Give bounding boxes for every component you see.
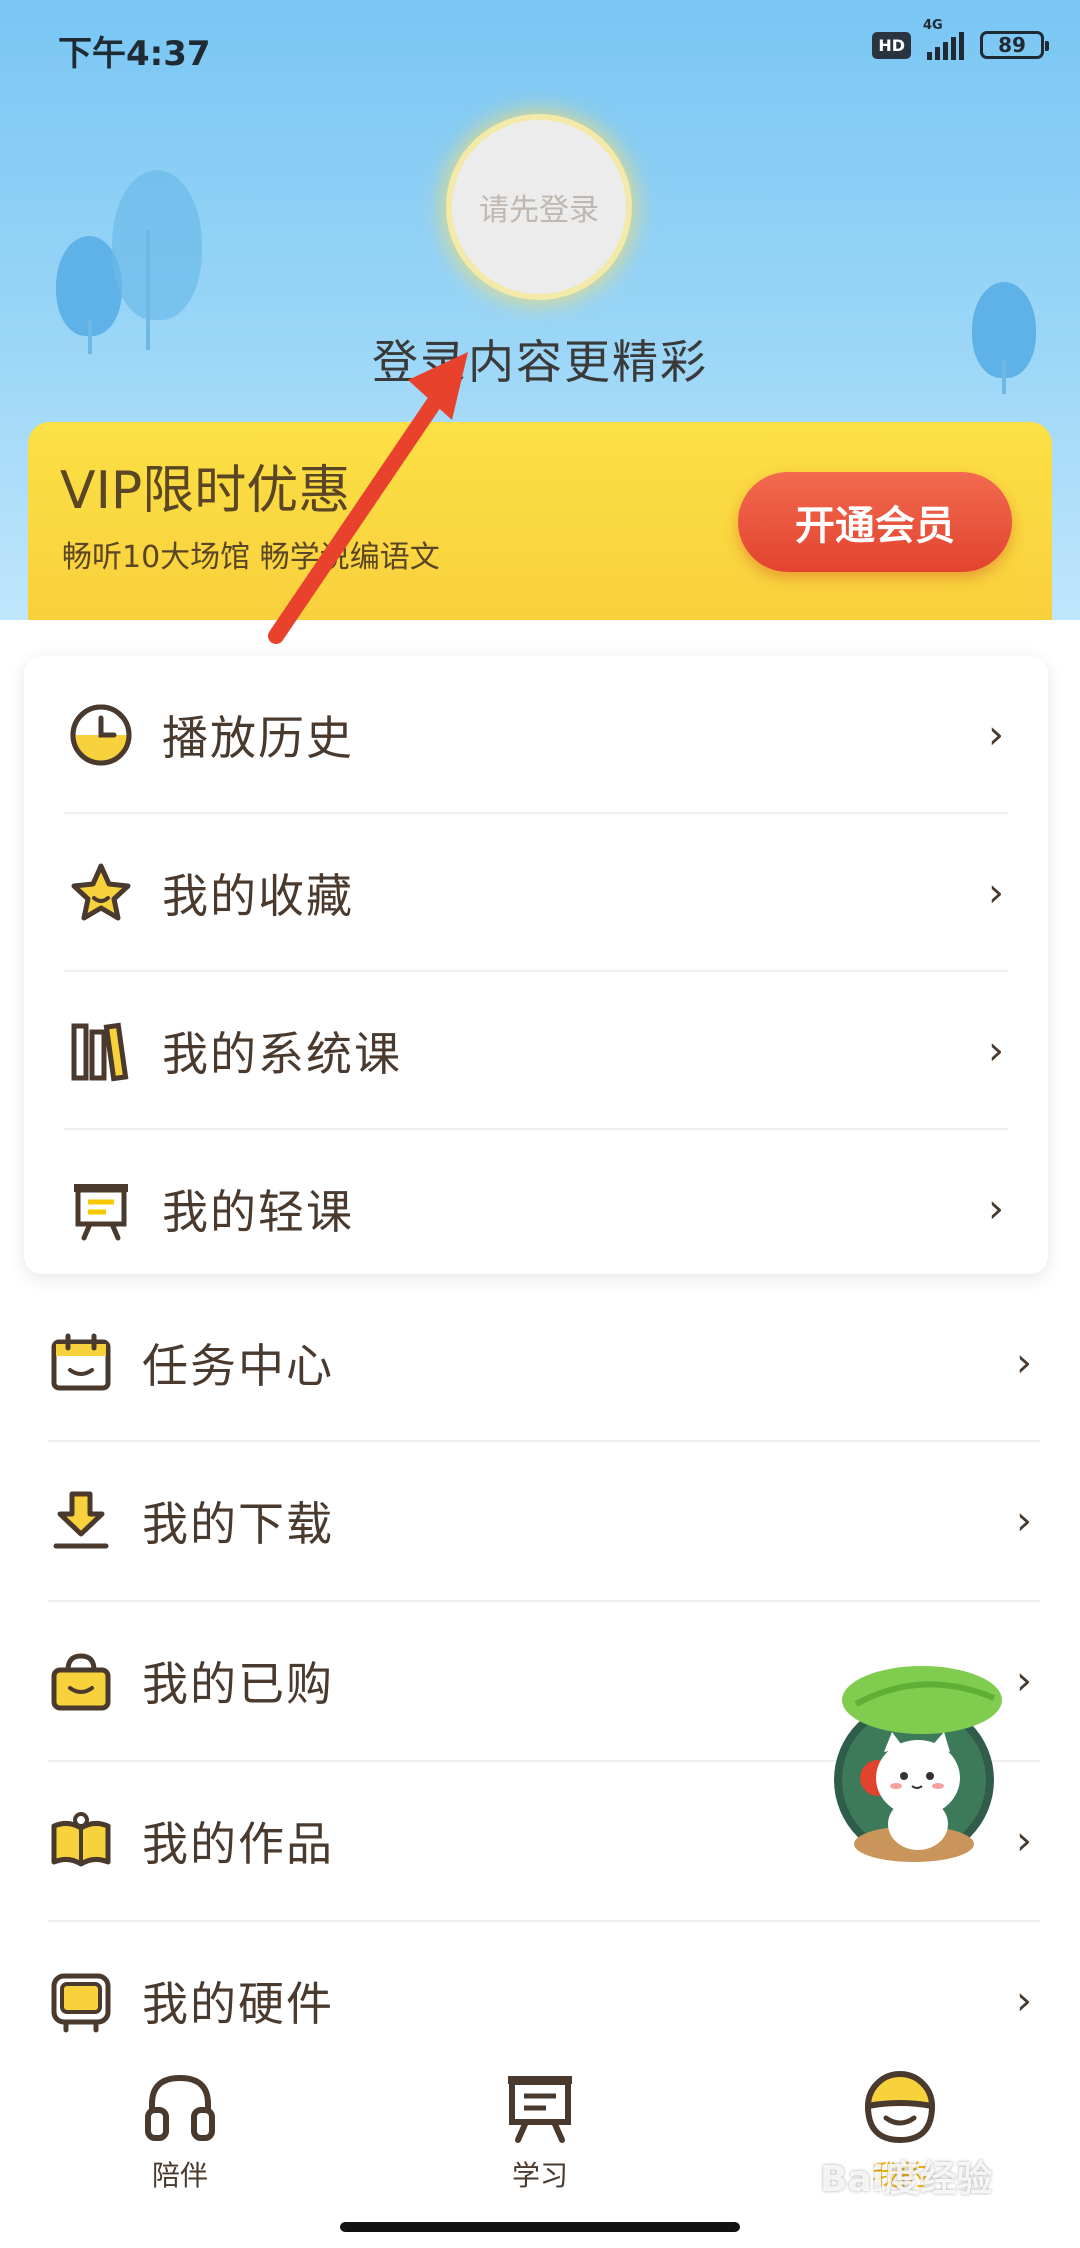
star-icon: [68, 860, 134, 926]
menu-item-label: 任务中心: [142, 1339, 334, 1393]
tab-companion[interactable]: 陪伴: [80, 2066, 280, 2194]
menu-item-label: 我的系统课: [162, 1027, 402, 1081]
open-book-icon: [48, 1808, 114, 1874]
menu-card: 播放历史 › 我的收藏 › 我的系统课 › 我的轻课 ›: [24, 656, 1048, 1274]
menu-item-label: 我的作品: [142, 1817, 334, 1871]
vip-title: VIP限时优惠: [60, 461, 351, 521]
vip-banner[interactable]: VIP限时优惠 畅听10大场馆 畅学说编语文 开通会员: [28, 422, 1052, 620]
avatar[interactable]: 请先登录: [452, 120, 626, 294]
menu-item-label: 我的轻课: [162, 1185, 354, 1239]
menu-item-system-courses[interactable]: 我的系统课 ›: [68, 972, 1004, 1130]
calendar-icon: [48, 1330, 114, 1396]
network-type: 4G: [923, 18, 943, 33]
chevron-right-icon: ›: [1016, 1658, 1032, 1704]
chevron-right-icon: ›: [988, 870, 1004, 916]
download-icon: [48, 1488, 114, 1554]
basket-icon: [48, 1648, 114, 1714]
login-tip[interactable]: 登录内容更精彩: [0, 326, 1080, 392]
menu-item-downloads[interactable]: 我的下载 ›: [48, 1442, 1032, 1600]
clock-icon: [68, 702, 134, 768]
menu-item-label: 我的下载: [142, 1497, 334, 1551]
books-icon: [68, 1018, 134, 1084]
easel-icon: [68, 1176, 134, 1242]
device-icon: [48, 1968, 114, 2034]
chevron-right-icon: ›: [988, 1186, 1004, 1232]
headphones-icon: [145, 2074, 215, 2141]
tab-label: 学习: [511, 2159, 568, 2192]
hd-badge: HD: [872, 31, 911, 59]
status-indicators: HD 4G 89: [872, 18, 1049, 60]
chevron-right-icon: ›: [1016, 1978, 1032, 2024]
chevron-right-icon: ›: [988, 712, 1004, 758]
mascot-float-button[interactable]: [826, 1648, 1002, 1878]
menu-item-label: 我的硬件: [142, 1977, 334, 2031]
menu-item-label: 播放历史: [162, 711, 354, 765]
profile-header: 下午4:37 HD 4G 89 请先登录 登录内容更精彩 VIP限时优惠 畅听1…: [0, 0, 1080, 620]
vip-subtitle: 畅听10大场馆 畅学说编语文: [62, 540, 440, 575]
menu-item-label: 我的已购: [142, 1657, 334, 1711]
home-indicator[interactable]: [340, 2222, 740, 2232]
easel-icon: [508, 2076, 572, 2143]
battery-icon: 89: [980, 31, 1049, 59]
watermark: Bai度经验: [820, 2159, 993, 2200]
menu-item-play-history[interactable]: 播放历史 ›: [68, 656, 1004, 814]
chevron-right-icon: ›: [1016, 1340, 1032, 1386]
chevron-right-icon: ›: [988, 1028, 1004, 1074]
menu-item-label: 我的收藏: [162, 869, 354, 923]
open-membership-button[interactable]: 开通会员: [738, 472, 1012, 572]
menu-item-light-courses[interactable]: 我的轻课 ›: [68, 1130, 1004, 1288]
chevron-right-icon: ›: [1016, 1498, 1032, 1544]
menu-item-task-center[interactable]: 任务中心 ›: [48, 1284, 1032, 1442]
chevron-right-icon: ›: [1016, 1818, 1032, 1864]
tab-study[interactable]: 学习: [440, 2066, 640, 2194]
tree-decoration: [112, 170, 202, 320]
tab-label: 陪伴: [151, 2159, 208, 2192]
status-time: 下午4:37: [58, 34, 211, 74]
status-bar: 下午4:37 HD 4G 89: [0, 0, 1080, 96]
smile-icon: [864, 2071, 936, 2144]
signal-icon: 4G: [923, 18, 964, 60]
menu-item-favorites[interactable]: 我的收藏 ›: [68, 814, 1004, 972]
